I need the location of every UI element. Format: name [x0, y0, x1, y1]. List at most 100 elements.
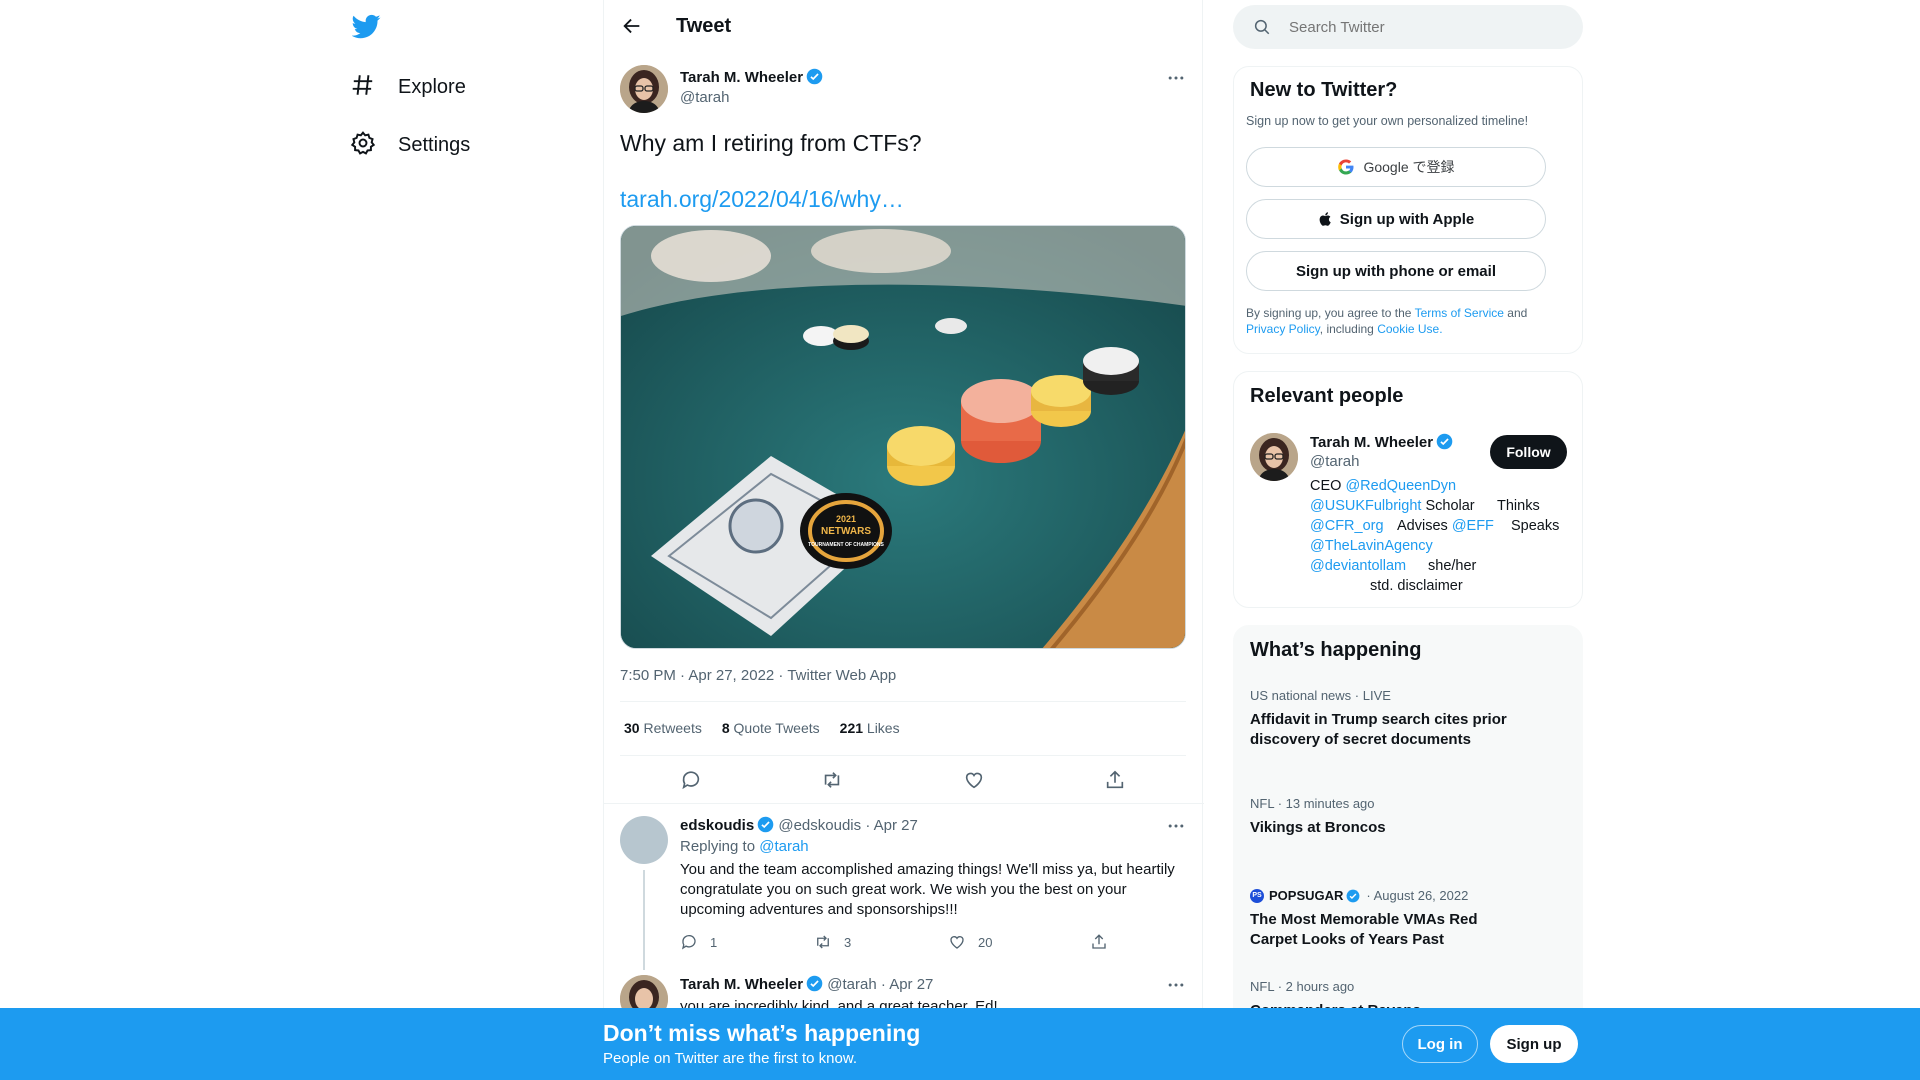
- bio-link-eff[interactable]: @EFF: [1452, 518, 1494, 534]
- twitter-logo-icon[interactable]: [351, 12, 381, 46]
- relevant-title: Relevant people: [1250, 385, 1404, 407]
- author-name-text: Tarah M. Wheeler: [680, 69, 804, 86]
- bio-line-1: CEO @RedQueenDyn: [1310, 476, 1456, 496]
- follow-button[interactable]: Follow: [1490, 435, 1567, 469]
- privacy-link[interactable]: Privacy Policy: [1246, 322, 1320, 336]
- bio-link-deviant[interactable]: @deviantollam: [1310, 558, 1406, 574]
- quotes-count: 8: [721, 720, 730, 736]
- reply-retweet-button[interactable]: 3: [814, 933, 851, 951]
- phone-email-signup-label: Sign up with phone or email: [1295, 262, 1496, 280]
- tweet-timestamp[interactable]: 7:50 PM · Apr 27, 2022 · Twitter Web App: [620, 667, 896, 684]
- reply-count: 1: [710, 934, 718, 950]
- search-bar[interactable]: [1233, 5, 1583, 49]
- bio-line-2: @USUKFulbright Scholar: [1310, 496, 1475, 516]
- bio-advises: Advises: [1397, 518, 1448, 534]
- retweet-button[interactable]: [762, 766, 904, 794]
- author-handle[interactable]: @tarah: [680, 89, 729, 106]
- more-options-icon[interactable]: [1166, 68, 1186, 93]
- verified-badge-icon: [1436, 433, 1453, 450]
- reply-button[interactable]: [620, 766, 762, 794]
- popsugar-logo-icon: PS: [1250, 888, 1264, 903]
- reply-date[interactable]: · Apr 27: [865, 817, 918, 834]
- trend-title: The Most Memorable VMAs Red Carpet Looks…: [1250, 911, 1478, 948]
- cookie-link[interactable]: Cookie Use.: [1377, 322, 1442, 336]
- nav-explore[interactable]: Explore: [350, 65, 466, 109]
- reply-author-handle[interactable]: @tarah: [827, 976, 876, 993]
- relevant-avatar[interactable]: [1250, 433, 1298, 481]
- trend-item[interactable]: US national news · LIVE Affidavit in Tru…: [1250, 688, 1510, 750]
- signup-legal: By signing up, you agree to the Terms of…: [1246, 305, 1566, 337]
- verified-badge-icon: [1346, 889, 1360, 902]
- trend-meta: · August 26, 2022: [1366, 888, 1469, 903]
- more-options-icon[interactable]: [1166, 975, 1186, 1000]
- reply-author-handle[interactable]: @edskoudis: [778, 817, 861, 834]
- trend-item[interactable]: NFL · 13 minutes ago Vikings at Broncos: [1250, 796, 1510, 838]
- apple-signup-button[interactable]: Sign up with Apple: [1246, 199, 1546, 239]
- chip-subtitle-text: TOURNAMENT OF CHAMPIONS: [808, 542, 884, 548]
- retweet-icon: [825, 772, 840, 788]
- replying-to: Replying to @tarah: [680, 838, 809, 855]
- back-arrow-icon[interactable]: [621, 15, 643, 42]
- tweet-stats: 30 Retweets 8 Quote Tweets 221 Likes: [624, 720, 900, 736]
- phone-email-signup-button[interactable]: Sign up with phone or email: [1246, 251, 1546, 291]
- trend-item[interactable]: PS POPSUGAR · August 26, 2022 The Most M…: [1250, 888, 1510, 950]
- divider: [604, 803, 1204, 804]
- author-name[interactable]: Tarah M. Wheeler: [680, 68, 823, 86]
- share-button[interactable]: [1045, 766, 1187, 794]
- replying-to-handle[interactable]: @tarah: [759, 838, 808, 855]
- retweets-stat[interactable]: 30 Retweets: [624, 720, 702, 736]
- reply-share-button[interactable]: [1090, 933, 1108, 951]
- terms-link[interactable]: Terms of Service: [1415, 306, 1504, 320]
- login-button[interactable]: Log in: [1402, 1025, 1478, 1063]
- trend-meta: NFL · 2 hours ago: [1250, 979, 1355, 994]
- retweet-icon: [817, 935, 829, 949]
- bio-link-usuk[interactable]: @USUKFulbright: [1310, 498, 1421, 514]
- reply-author-name[interactable]: Tarah M. Wheeler: [680, 976, 803, 993]
- signup-label: Sign up: [1506, 1035, 1562, 1053]
- author-avatar[interactable]: [620, 65, 668, 113]
- divider: [620, 701, 1186, 702]
- tweet-link[interactable]: tarah.org/2022/04/16/why…: [620, 184, 904, 214]
- apple-signup-label: Sign up with Apple: [1339, 210, 1475, 228]
- reply-author-name[interactable]: edskoudis: [680, 817, 754, 834]
- reply-reply-button[interactable]: 1: [680, 933, 717, 951]
- reply-like-button[interactable]: 20: [948, 933, 992, 951]
- more-options-icon[interactable]: [1166, 816, 1186, 841]
- divider: [620, 755, 1186, 756]
- bio-thinks: Thinks: [1497, 498, 1540, 514]
- follow-label: Follow: [1506, 444, 1551, 460]
- bio-link-lavin[interactable]: @TheLavinAgency: [1310, 538, 1433, 554]
- trend-source: POPSUGAR: [1269, 888, 1344, 903]
- quotes-stat[interactable]: 8 Quote Tweets: [722, 720, 820, 736]
- tweet-photo[interactable]: 2021 NETWARS TOURNAMENT OF CHAMPIONS: [620, 225, 1186, 649]
- replying-to-prefix: Replying to: [680, 838, 756, 855]
- bio-link-redqueen[interactable]: @RedQueenDyn: [1345, 478, 1456, 494]
- reply-avatar[interactable]: [620, 816, 668, 864]
- like-button[interactable]: [903, 766, 1045, 794]
- trend-meta: US national news · LIVE: [1250, 688, 1391, 703]
- signup-button[interactable]: Sign up: [1490, 1025, 1578, 1063]
- share-icon: [1092, 934, 1106, 949]
- bio-link-cfr[interactable]: @CFR_org: [1310, 518, 1384, 534]
- share-icon: [1107, 770, 1124, 789]
- chip-title-text: NETWARS: [821, 526, 871, 537]
- banner-title: Don’t miss what’s happening: [603, 1020, 921, 1046]
- heart-icon: [950, 936, 964, 949]
- trend-title: Affidavit in Trump search cites prior di…: [1250, 711, 1507, 748]
- left-nav: Explore Settings: [350, 0, 590, 200]
- relevant-name[interactable]: Tarah M. Wheeler: [1310, 433, 1453, 451]
- nav-settings[interactable]: Settings: [350, 123, 470, 167]
- like-count: 20: [978, 934, 993, 950]
- google-signup-button[interactable]: Google で登録: [1246, 147, 1546, 187]
- reply-icon: [681, 934, 696, 950]
- verified-badge-icon: [806, 68, 823, 85]
- poker-table-illustration: 2021 NETWARS TOURNAMENT OF CHAMPIONS: [621, 226, 1185, 648]
- retweets-label: Retweets: [643, 720, 702, 736]
- likes-stat[interactable]: 221 Likes: [840, 720, 900, 736]
- likes-label: Likes: [866, 720, 900, 736]
- trend-meta-row: PS POPSUGAR · August 26, 2022: [1250, 888, 1510, 903]
- hashtag-icon: [350, 72, 376, 103]
- search-input[interactable]: [1289, 13, 1559, 41]
- relevant-handle[interactable]: @tarah: [1310, 453, 1359, 470]
- reply-date[interactable]: · Apr 27: [881, 976, 934, 993]
